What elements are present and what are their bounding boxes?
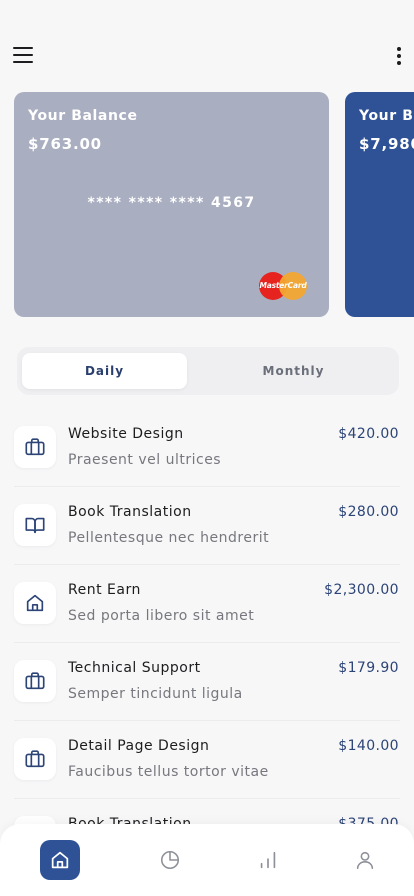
transaction-subtitle: Praesent vel ultrices	[68, 452, 222, 468]
transaction-row[interactable]: Rent Earn Sed porta libero sit amet $2,3…	[14, 565, 400, 643]
bottom-navigation	[0, 824, 414, 896]
transactions-list: Website Design Praesent vel ultrices $42…	[14, 409, 400, 877]
bar-chart-icon	[260, 851, 276, 869]
transaction-title: Technical Support	[68, 660, 201, 676]
nav-statistics[interactable]	[150, 840, 190, 880]
hamburger-menu-icon[interactable]	[13, 47, 33, 63]
balance-card[interactable]: Your Balance $7,980	[345, 92, 414, 317]
transaction-title: Website Design	[68, 426, 184, 442]
transaction-title: Book Translation	[68, 504, 192, 520]
home-icon	[14, 582, 56, 624]
nav-reports[interactable]	[248, 840, 288, 880]
transaction-amount: $179.90	[338, 660, 399, 676]
balance-amount: $763.00	[28, 135, 102, 153]
nav-profile[interactable]	[345, 840, 385, 880]
transaction-subtitle: Pellentesque nec hendrerit	[68, 530, 270, 546]
book-icon	[14, 504, 56, 546]
tab-daily[interactable]: Daily	[22, 353, 187, 389]
transaction-title: Detail Page Design	[68, 738, 210, 754]
pie-chart-icon	[160, 850, 180, 870]
home-icon	[51, 851, 69, 869]
transaction-row[interactable]: Detail Page Design Faucibus tellus torto…	[14, 721, 400, 799]
balance-amount: $7,980	[359, 135, 414, 153]
transaction-amount: $2,300.00	[324, 582, 399, 598]
briefcase-icon	[14, 426, 56, 468]
nav-home[interactable]	[40, 840, 80, 880]
transaction-amount: $280.00	[338, 504, 399, 520]
balance-cards-carousel[interactable]: Your Balance $763.00 **** **** **** 4567…	[14, 92, 414, 317]
transaction-row[interactable]: Book Translation Pellentesque nec hendre…	[14, 487, 400, 565]
transaction-subtitle: Semper tincidunt ligula	[68, 686, 243, 702]
balance-label: Your Balance	[359, 108, 414, 124]
transaction-row[interactable]: Technical Support Semper tincidunt ligul…	[14, 643, 400, 721]
user-icon	[356, 851, 374, 870]
transaction-subtitle: Sed porta libero sit amet	[68, 608, 255, 624]
top-bar	[0, 44, 414, 68]
transaction-amount: $420.00	[338, 426, 399, 442]
balance-label: Your Balance	[28, 108, 138, 124]
transaction-row[interactable]: Website Design Praesent vel ultrices $42…	[14, 409, 400, 487]
transaction-amount: $140.00	[338, 738, 399, 754]
transaction-subtitle: Faucibus tellus tortor vitae	[68, 764, 269, 780]
briefcase-icon	[14, 660, 56, 702]
balance-card[interactable]: Your Balance $763.00 **** **** **** 4567…	[14, 92, 329, 317]
briefcase-icon	[14, 738, 56, 780]
period-tabs: Daily Monthly	[17, 347, 399, 395]
vertical-dots-icon[interactable]	[396, 46, 402, 66]
card-number: **** **** **** 4567	[87, 195, 256, 211]
tab-monthly[interactable]: Monthly	[211, 353, 376, 389]
transaction-title: Rent Earn	[68, 582, 141, 598]
card-brand: MasterCard	[259, 281, 307, 290]
mastercard-logo-icon: MasterCard	[259, 272, 307, 300]
